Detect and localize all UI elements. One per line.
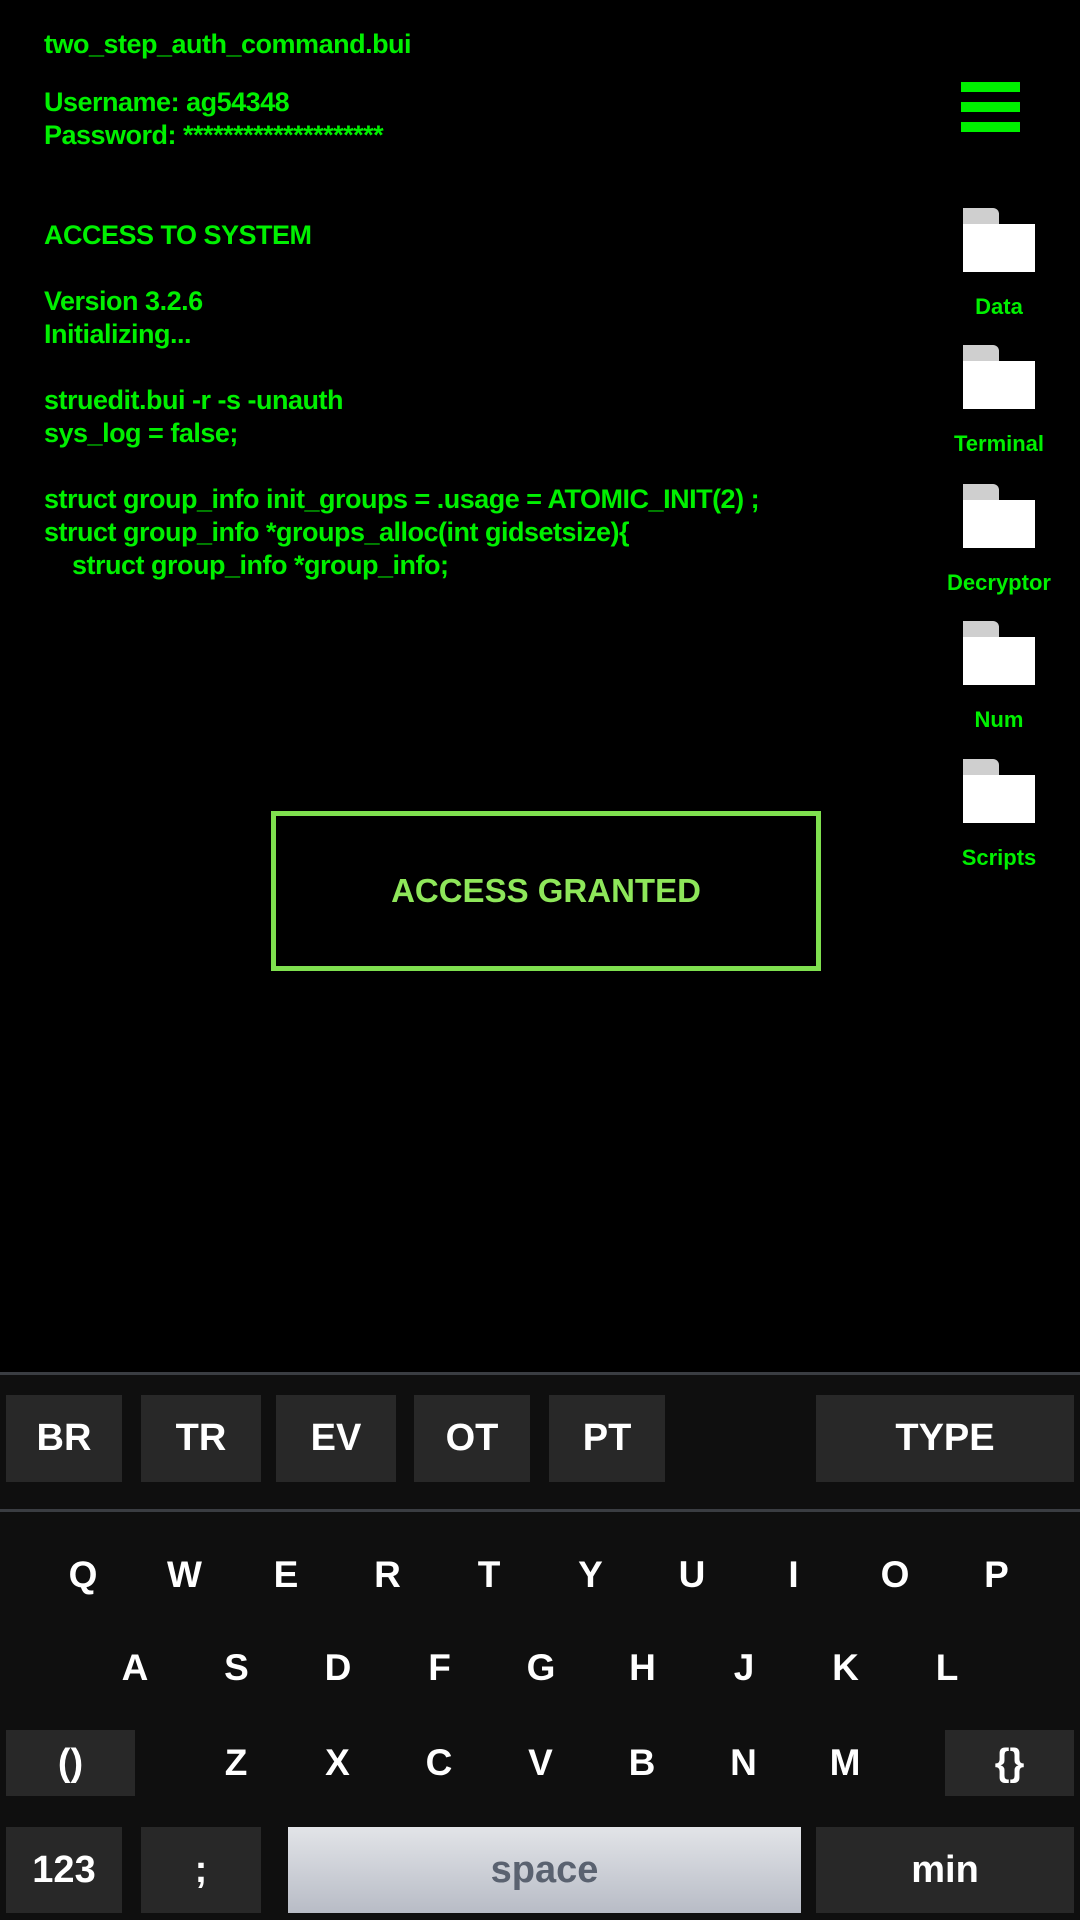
key-h[interactable]: H	[598, 1628, 688, 1708]
key-i[interactable]: I	[749, 1535, 839, 1615]
key-a[interactable]: A	[90, 1628, 180, 1708]
menu-button[interactable]	[961, 82, 1020, 132]
key-u[interactable]: U	[647, 1535, 737, 1615]
key-v[interactable]: V	[496, 1723, 586, 1803]
key-z[interactable]: Z	[191, 1723, 281, 1803]
key-k[interactable]: K	[801, 1628, 891, 1708]
key-p[interactable]: P	[952, 1535, 1042, 1615]
min-key[interactable]: min	[816, 1827, 1074, 1913]
key-g[interactable]: G	[496, 1628, 586, 1708]
key-j[interactable]: J	[699, 1628, 789, 1708]
numbers-key[interactable]: 123	[6, 1827, 122, 1913]
folder-icon-body	[963, 500, 1035, 548]
key-q[interactable]: Q	[38, 1535, 128, 1615]
hamburger-menu-icon-bar	[961, 122, 1020, 132]
access-granted-label: ACCESS GRANTED	[391, 872, 701, 909]
terminal-line: Password: ********************	[44, 120, 384, 150]
key-o[interactable]: O	[850, 1535, 940, 1615]
terminal-line: struct group_info init_groups = .usage =…	[44, 484, 760, 514]
terminal-line: struct group_info *groups_alloc(int gids…	[44, 517, 630, 547]
folder-icon-body	[963, 637, 1035, 685]
key-y[interactable]: Y	[546, 1535, 636, 1615]
suggestion-br[interactable]: BR	[6, 1395, 122, 1482]
key-l[interactable]: L	[902, 1628, 992, 1708]
terminal-line: struct group_info *group_info;	[44, 550, 449, 580]
suggestion-pt[interactable]: PT	[549, 1395, 665, 1482]
folder-decryptor[interactable]: Decryptor	[945, 484, 1065, 614]
terminal-line: two_step_auth_command.bui	[44, 29, 412, 59]
key-w[interactable]: W	[140, 1535, 230, 1615]
key-b[interactable]: B	[597, 1723, 687, 1803]
terminal-line: sys_log = false;	[44, 418, 238, 448]
terminal-line: Version 3.2.6	[44, 286, 203, 316]
key-x[interactable]: X	[293, 1723, 383, 1803]
folder-icon-body	[963, 224, 1035, 272]
braces-key[interactable]: {}	[945, 1730, 1074, 1796]
space-key[interactable]: space	[288, 1827, 801, 1913]
semicolon-key[interactable]: ;	[141, 1827, 261, 1913]
terminal-line: struedit.bui -r -s -unauth	[44, 385, 343, 415]
key-d[interactable]: D	[293, 1628, 383, 1708]
key-e[interactable]: E	[241, 1535, 331, 1615]
parens-key[interactable]: ()	[6, 1730, 135, 1796]
folder-label: Num	[974, 707, 1024, 732]
key-f[interactable]: F	[395, 1628, 485, 1708]
folder-scripts[interactable]: Scripts	[945, 759, 1065, 889]
key-m[interactable]: M	[800, 1723, 890, 1803]
type-button[interactable]: TYPE	[816, 1395, 1074, 1482]
suggestion-tr[interactable]: TR	[141, 1395, 261, 1482]
terminal-line: Username: ag54348	[44, 87, 290, 117]
key-c[interactable]: C	[394, 1723, 484, 1803]
suggestion-ev[interactable]: EV	[276, 1395, 396, 1482]
folder-num[interactable]: Num	[945, 621, 1065, 751]
folder-label: Data	[975, 294, 1023, 319]
terminal-line: ACCESS TO SYSTEM	[44, 220, 312, 250]
key-t[interactable]: T	[444, 1535, 534, 1615]
key-s[interactable]: S	[192, 1628, 282, 1708]
folder-terminal[interactable]: Terminal	[945, 345, 1065, 475]
access-granted-box[interactable]: ACCESS GRANTED	[271, 811, 821, 971]
folder-icon-body	[963, 775, 1035, 823]
folder-label: Terminal	[953, 431, 1045, 456]
hamburger-menu-icon	[961, 82, 1020, 92]
keyboard-divider	[0, 1509, 1080, 1512]
suggestion-ot[interactable]: OT	[414, 1395, 530, 1482]
folder-label: Decryptor	[947, 570, 1051, 595]
key-r[interactable]: R	[343, 1535, 433, 1615]
keyboard-divider	[0, 1372, 1080, 1375]
hamburger-menu-icon-bar	[961, 102, 1020, 112]
folder-icon-body	[963, 361, 1035, 409]
folder-data[interactable]: Data	[945, 208, 1065, 338]
folder-label: Scripts	[961, 845, 1037, 870]
key-n[interactable]: N	[699, 1723, 789, 1803]
terminal-line: Initializing...	[44, 319, 192, 349]
